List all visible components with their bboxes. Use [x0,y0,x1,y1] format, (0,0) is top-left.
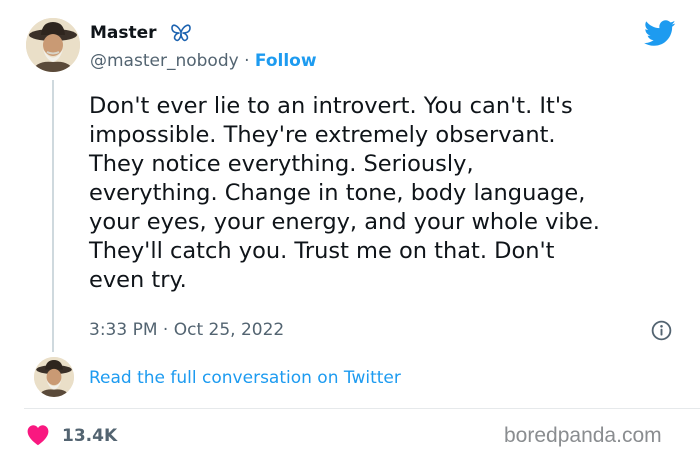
like-count[interactable]: 13.4K [62,425,117,447]
read-conversation-link[interactable]: Read the full conversation on Twitter [89,367,401,389]
divider [24,408,700,409]
author-display-name[interactable]: Master [90,22,157,44]
tweet-text: Don't ever lie to an introvert. You can'… [89,93,600,293]
heart-icon[interactable] [26,424,50,446]
author-handle-row: @master_nobody · Follow [90,50,317,72]
thread-line [52,80,54,352]
tweet-timestamp[interactable]: 3:33 PM · Oct 25, 2022 [89,319,284,341]
tweet-date: Oct 25, 2022 [173,320,285,340]
butterfly-icon [171,24,191,42]
timestamp-separator: · [162,320,169,340]
watermark: boredpanda.com [504,424,662,447]
tweet-time: 3:33 PM [89,320,158,340]
author-handle[interactable]: @master_nobody [90,51,239,71]
cowboy-portrait-icon [34,357,74,397]
conversation-avatar[interactable] [34,357,74,397]
handle-separator: · [244,51,250,71]
tweet-card: Master @master_nobody · Follow Don't eve… [0,0,700,461]
follow-button[interactable]: Follow [255,51,317,71]
twitter-bird-icon[interactable] [644,20,676,47]
author-avatar[interactable] [26,18,80,72]
cowboy-portrait-icon [26,18,80,72]
info-icon[interactable] [651,320,672,341]
